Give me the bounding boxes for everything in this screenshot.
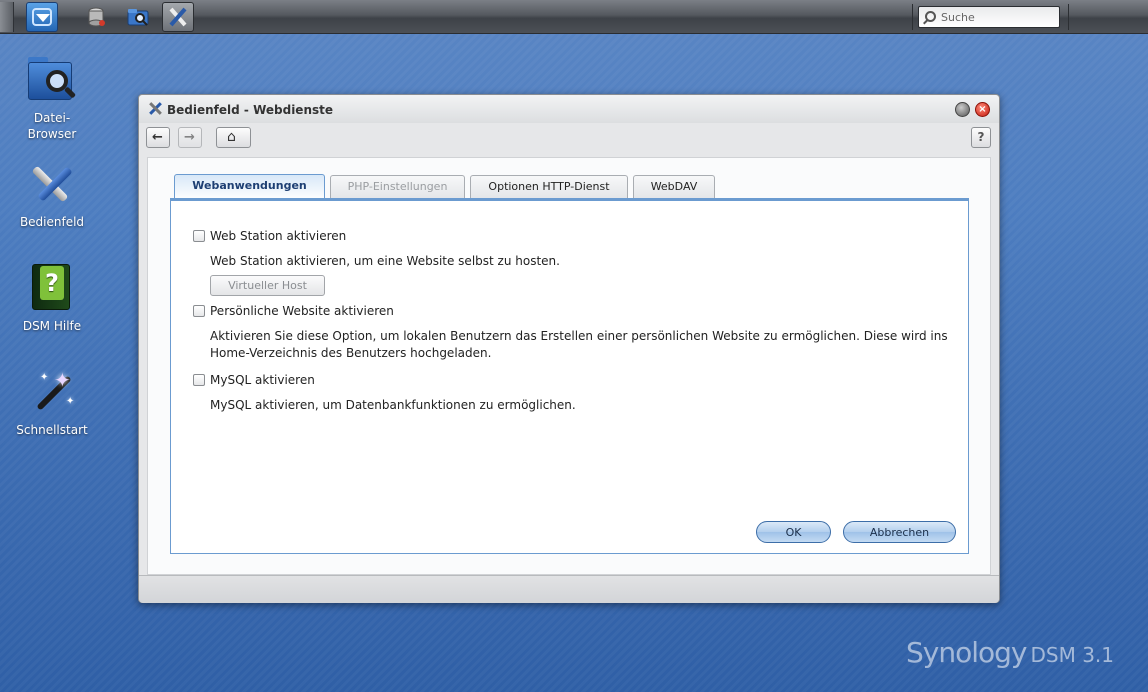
back-button[interactable]: ← [146, 127, 170, 148]
folder-search-icon [26, 54, 78, 106]
taskbar [0, 0, 1148, 34]
ok-button[interactable]: OK [756, 521, 831, 543]
desktop-icon-label: Datei- [33, 111, 71, 125]
cancel-button[interactable]: Abbrechen [843, 521, 956, 543]
desktop-icon-label: Browser [27, 127, 77, 141]
magic-wand-icon: ✦ ✦ ✦ [26, 366, 78, 418]
desktop-icon-file-browser[interactable]: Datei- Browser [8, 54, 96, 142]
taskbar-separator [1068, 4, 1069, 30]
help-button[interactable]: ? [971, 127, 991, 148]
desktop-icon-control-panel[interactable]: Bedienfeld [8, 158, 96, 230]
personal-website-description: Aktivieren Sie diese Option, um lokalen … [210, 329, 948, 360]
search-input[interactable] [941, 9, 1055, 25]
minimize-button[interactable] [955, 102, 970, 117]
forward-button[interactable]: → [178, 127, 202, 148]
taskbar-separator [912, 4, 913, 30]
control-panel-window: Bedienfeld - Webdienste × ← → ⌂ ? Webanw… [138, 94, 1000, 603]
taskbar-grip [0, 2, 14, 32]
virtual-host-button[interactable]: Virtueller Host [210, 275, 325, 296]
window-titlebar[interactable]: Bedienfeld - Webdienste × [139, 95, 999, 123]
synology-logo: Synology DSM 3.1 [906, 636, 1114, 669]
storage-manager-button[interactable] [80, 2, 112, 32]
close-button[interactable]: × [975, 102, 990, 117]
desktop-icon-dsm-help[interactable]: ? DSM Hilfe [8, 262, 96, 334]
tab-optionen-http-dienst[interactable]: Optionen HTTP-Dienst [470, 175, 628, 199]
tools-icon [147, 100, 163, 116]
personal-website-checkbox[interactable] [193, 305, 205, 317]
desktop-icon-label: DSM Hilfe [22, 319, 82, 333]
window-title: Bedienfeld - Webdienste [167, 103, 334, 117]
brand-name: Synology [906, 636, 1027, 669]
web-station-checkbox[interactable] [193, 230, 205, 242]
folder-search-icon [127, 9, 149, 26]
arrow-right-icon: → [184, 130, 195, 145]
home-icon: ⌂ [227, 129, 236, 145]
web-station-label: Web Station aktivieren [210, 229, 347, 243]
web-station-description: Web Station aktivieren, um eine Website … [210, 254, 560, 268]
desktop-icon-label: Schnellstart [16, 423, 88, 437]
database-icon [88, 7, 105, 27]
search-icon [925, 11, 936, 22]
tab-webdav[interactable]: WebDAV [633, 175, 715, 199]
personal-website-label: Persönliche Website aktivieren [210, 304, 394, 318]
tab-php-einstellungen[interactable]: PHP-Einstellungen [330, 175, 465, 199]
tools-icon [26, 158, 78, 210]
tools-icon [169, 7, 187, 27]
desktop-icon-label: Bedienfeld [19, 215, 85, 229]
help-book-icon: ? [26, 262, 78, 314]
chevron-down-icon [36, 14, 50, 22]
home-button[interactable]: ⌂ [216, 127, 251, 148]
mysql-description: MySQL aktivieren, um Datenbankfunktionen… [210, 398, 576, 412]
search-box[interactable] [918, 6, 1060, 28]
tab-panel-webanwendungen: Web Station aktivieren Web Station aktiv… [170, 198, 969, 554]
control-panel-button[interactable] [162, 2, 194, 32]
tab-webanwendungen[interactable]: Webanwendungen [174, 174, 325, 200]
close-icon: × [978, 104, 987, 115]
brand-version: DSM 3.1 [1030, 643, 1114, 667]
mysql-checkbox[interactable] [193, 374, 205, 386]
main-menu-button[interactable] [26, 2, 58, 32]
window-status-bar [139, 575, 999, 603]
desktop-icon-quickstart[interactable]: ✦ ✦ ✦ Schnellstart [8, 366, 96, 438]
mysql-label: MySQL aktivieren [210, 373, 315, 387]
arrow-left-icon: ← [152, 130, 163, 145]
file-browser-button[interactable] [122, 2, 154, 32]
